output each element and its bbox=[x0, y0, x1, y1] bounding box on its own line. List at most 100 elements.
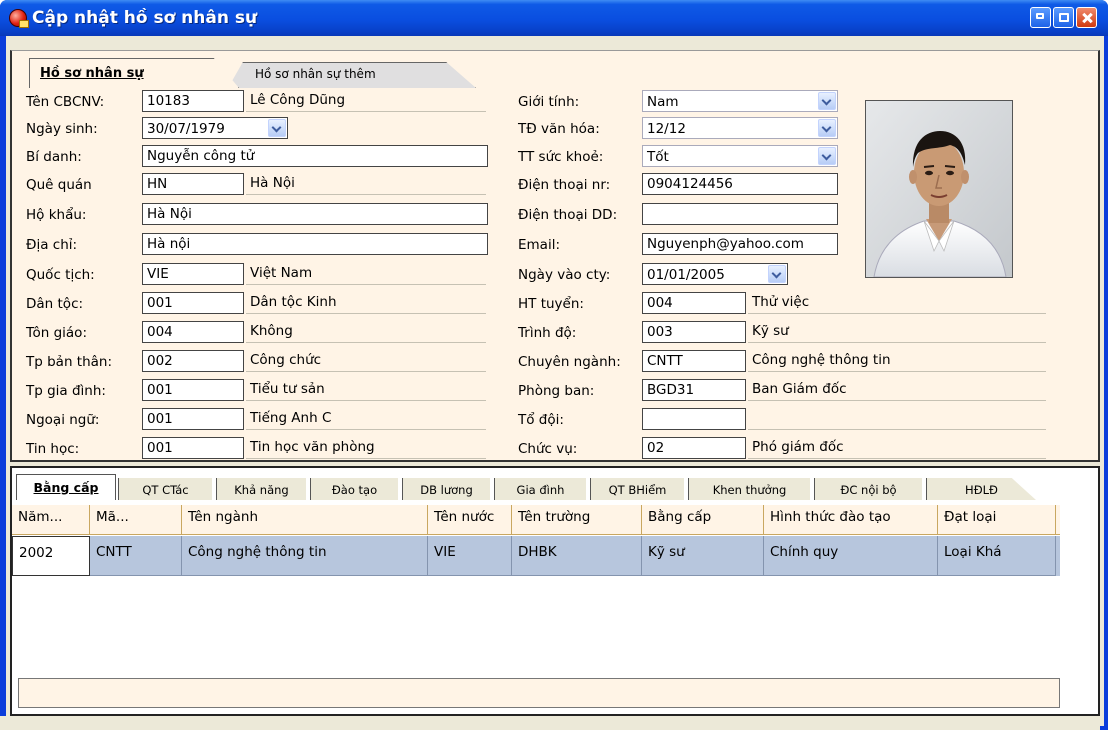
to-doi-name bbox=[748, 408, 1046, 430]
cell-bang-cap[interactable]: Kỹ sư bbox=[642, 536, 764, 576]
trinh-do-name: Kỹ sư bbox=[748, 321, 1046, 343]
window-border-right bbox=[1104, 36, 1108, 730]
ht-tuyen-code-field[interactable]: 004 bbox=[642, 292, 746, 314]
label-tp-ban-than: Tp bản thân: bbox=[26, 354, 113, 370]
col-nam[interactable]: Năm... bbox=[12, 505, 90, 535]
label-dien-thoai-dd: Điện thoại DD: bbox=[518, 207, 618, 223]
ngay-sinh-value: 30/07/1979 bbox=[147, 121, 225, 137]
cell-nam[interactable]: 2002 bbox=[12, 536, 90, 576]
maximize-button[interactable] bbox=[1053, 7, 1074, 28]
chevron-down-icon[interactable] bbox=[818, 92, 836, 110]
chuc-vu-name: Phó giám đốc bbox=[748, 437, 1046, 459]
employee-photo[interactable] bbox=[865, 100, 1013, 278]
tab-bang-cap[interactable]: Bằng cấp bbox=[16, 474, 116, 500]
ngay-vao-cty-picker[interactable]: 01/01/2005 bbox=[642, 263, 788, 285]
ngoai-ngu-name: Tiếng Anh C bbox=[246, 408, 486, 430]
to-doi-code-field[interactable] bbox=[642, 408, 746, 430]
tab-hdld[interactable]: HĐLĐ bbox=[926, 478, 1036, 500]
col-bang-cap[interactable]: Bằng cấp bbox=[642, 505, 764, 535]
trinh-do-code-field[interactable]: 003 bbox=[642, 321, 746, 343]
col-dat-loai[interactable]: Đạt loại bbox=[938, 505, 1056, 535]
ton-giao-code-field[interactable]: 004 bbox=[142, 321, 244, 343]
label-ngay-vao-cty: Ngày vào cty: bbox=[518, 267, 611, 283]
gioi-tinh-value: Nam bbox=[647, 94, 679, 110]
ton-giao-name: Không bbox=[246, 321, 486, 343]
ten-cbcnv-code-field[interactable]: 10183 bbox=[142, 90, 244, 112]
col-ten-nganh[interactable]: Tên ngành bbox=[182, 505, 428, 535]
tab-khen-thuong[interactable]: Khen thưởng bbox=[688, 478, 810, 500]
cell-ten-truong[interactable]: DHBK bbox=[512, 536, 642, 576]
tab-dc-noi-bo[interactable]: ĐC nội bộ bbox=[814, 478, 922, 500]
label-ngay-sinh: Ngày sinh: bbox=[26, 121, 98, 137]
tp-ban-than-code-field[interactable]: 002 bbox=[142, 350, 244, 372]
quoc-tich-code-field[interactable]: VIE bbox=[142, 263, 244, 285]
tab-ho-so-nhan-su-them[interactable]: Hồ sơ nhân sự thêm bbox=[228, 62, 476, 88]
label-td-van-hoa: TĐ văn hóa: bbox=[518, 121, 600, 137]
label-email: Email: bbox=[518, 237, 561, 253]
label-phong-ban: Phòng ban: bbox=[518, 383, 595, 399]
tin-hoc-code-field[interactable]: 001 bbox=[142, 437, 244, 459]
dien-thoai-dd-field[interactable] bbox=[642, 203, 838, 225]
grid-header: Năm... Mã... Tên ngành Tên nước Tên trườ… bbox=[12, 505, 1060, 535]
dia-chi-field[interactable]: Hà nội bbox=[142, 233, 488, 255]
tab-kha-nang[interactable]: Khả năng bbox=[216, 478, 306, 500]
tab-dao-tao[interactable]: Đào tạo bbox=[310, 478, 398, 500]
label-chuc-vu: Chức vụ: bbox=[518, 441, 578, 457]
tab-qt-bhiem[interactable]: QT BHiểm bbox=[590, 478, 684, 500]
col-ten-nuoc[interactable]: Tên nước bbox=[428, 505, 512, 535]
tab-qt-ctac[interactable]: QT CTác bbox=[118, 478, 212, 500]
top-tabstrip: Hồ sơ nhân sự thêm Hồ sơ nhân sự bbox=[12, 40, 1102, 88]
ho-khau-field[interactable]: Hà Nội bbox=[142, 203, 488, 225]
title-bar[interactable]: Cập nhật hồ sơ nhân sự bbox=[0, 0, 1108, 36]
tt-suc-khoe-select[interactable]: Tốt bbox=[642, 145, 838, 167]
bottom-tabstrip: Bằng cấp QT CTác Khả năng Đào tạo DB lươ… bbox=[12, 470, 1092, 500]
cell-ma[interactable]: CNTT bbox=[90, 536, 182, 576]
td-van-hoa-value: 12/12 bbox=[647, 121, 686, 137]
close-icon bbox=[1082, 13, 1092, 22]
cell-hinh-thuc-dao-tao[interactable]: Chính quy bbox=[764, 536, 938, 576]
bi-danh-field[interactable]: Nguyễn công tử bbox=[142, 145, 488, 167]
gioi-tinh-select[interactable]: Nam bbox=[642, 90, 838, 112]
tab-db-luong[interactable]: DB lương bbox=[402, 478, 490, 500]
chevron-down-icon[interactable] bbox=[768, 265, 786, 283]
minimize-button[interactable] bbox=[1030, 7, 1051, 28]
ngay-sinh-picker[interactable]: 30/07/1979 bbox=[142, 117, 288, 139]
tp-gia-dinh-name: Tiểu tư sản bbox=[246, 379, 486, 401]
ngoai-ngu-code-field[interactable]: 001 bbox=[142, 408, 244, 430]
chevron-down-icon[interactable] bbox=[818, 119, 836, 137]
dien-thoai-nr-field[interactable]: 0904124456 bbox=[642, 173, 838, 195]
tp-ban-than-name: Công chức bbox=[246, 350, 486, 372]
label-dien-thoai-nr: Điện thoại nr: bbox=[518, 177, 611, 193]
cell-ten-nganh[interactable]: Công nghệ thông tin bbox=[182, 536, 428, 576]
cell-ten-nuoc[interactable]: VIE bbox=[428, 536, 512, 576]
table-row[interactable]: 2002 CNTT Công nghệ thông tin VIE DHBK K… bbox=[12, 536, 1060, 576]
dan-toc-code-field[interactable]: 001 bbox=[142, 292, 244, 314]
chuc-vu-code-field[interactable]: 02 bbox=[642, 437, 746, 459]
chevron-down-icon[interactable] bbox=[268, 119, 286, 137]
label-dan-toc: Dân tộc: bbox=[26, 296, 84, 312]
close-button[interactable] bbox=[1076, 7, 1097, 28]
minimize-icon bbox=[1036, 13, 1044, 19]
window-title: Cập nhật hồ sơ nhân sự bbox=[32, 8, 258, 28]
label-gioi-tinh: Giới tính: bbox=[518, 94, 580, 110]
grid-footer bbox=[18, 678, 1060, 708]
label-quoc-tich: Quốc tịch: bbox=[26, 267, 95, 283]
tp-gia-dinh-code-field[interactable]: 001 bbox=[142, 379, 244, 401]
dan-toc-name: Dân tộc Kinh bbox=[246, 292, 486, 314]
cell-dat-loai[interactable]: Loại Khá bbox=[938, 536, 1056, 576]
col-ma[interactable]: Mã... bbox=[90, 505, 182, 535]
tab-ho-so-nhan-su[interactable]: Hồ sơ nhân sự bbox=[29, 58, 239, 88]
email-field[interactable]: Nguyenph@yahoo.com bbox=[642, 233, 838, 255]
que-quan-name: Hà Nội bbox=[246, 173, 486, 195]
label-tp-gia-dinh: Tp gia đình: bbox=[26, 383, 106, 399]
tab-gia-dinh[interactable]: Gia đình bbox=[494, 478, 586, 500]
app-icon[interactable] bbox=[9, 9, 29, 28]
que-quan-code-field[interactable]: HN bbox=[142, 173, 244, 195]
chuyen-nganh-code-field[interactable]: CNTT bbox=[642, 350, 746, 372]
chevron-down-icon[interactable] bbox=[818, 147, 836, 165]
col-ten-truong[interactable]: Tên trường bbox=[512, 505, 642, 535]
col-hinh-thuc-dao-tao[interactable]: Hình thức đào tạo bbox=[764, 505, 938, 535]
chuyen-nganh-name: Công nghệ thông tin bbox=[748, 350, 1046, 372]
phong-ban-code-field[interactable]: BGD31 bbox=[642, 379, 746, 401]
td-van-hoa-select[interactable]: 12/12 bbox=[642, 117, 838, 139]
